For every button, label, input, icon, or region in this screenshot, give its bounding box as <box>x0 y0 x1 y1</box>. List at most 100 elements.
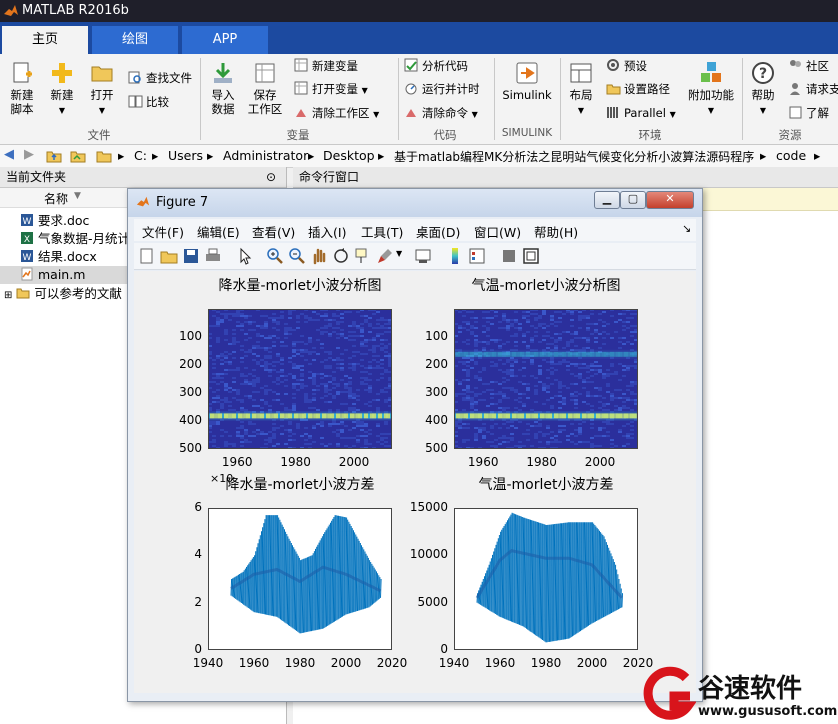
heatmap-cell <box>380 325 384 327</box>
heatmap-cell <box>458 325 462 327</box>
list-item[interactable]: W 要求.doc <box>20 212 89 230</box>
pan-icon[interactable] <box>310 247 328 265</box>
find-files-button[interactable]: 查找文件 <box>128 68 192 88</box>
heatmap-cell <box>610 423 614 425</box>
parallel-button[interactable]: Parallel ▼ <box>606 103 676 123</box>
open-button[interactable]: 打开 ▼ <box>84 60 120 118</box>
heatmap-cell <box>304 439 308 441</box>
heatmap-axes-precip[interactable] <box>208 309 392 449</box>
new-variable-button[interactable]: 新建变量 <box>294 56 358 76</box>
heatmap-cell <box>372 351 376 353</box>
heatmap-cell <box>336 327 340 329</box>
brush-dropdown-icon[interactable]: ▼ <box>396 249 402 258</box>
save-icon[interactable] <box>182 247 200 265</box>
open-file-icon[interactable] <box>160 247 178 265</box>
legend-icon[interactable] <box>468 247 486 265</box>
tab-apps[interactable]: APP <box>182 26 268 54</box>
heatmap-axes-temp[interactable] <box>454 309 638 449</box>
new-script-button[interactable]: 新建 脚本 <box>4 60 40 116</box>
new-button[interactable]: 新建 ▼ <box>44 60 80 118</box>
heatmap-cell <box>506 373 510 375</box>
simulink-button[interactable]: Simulink <box>500 60 554 102</box>
learn-button[interactable]: 了解 <box>788 103 829 123</box>
browse-folder-icon[interactable] <box>70 148 86 164</box>
menu-desktop[interactable]: 桌面(D) <box>416 222 460 241</box>
set-path-button[interactable]: 设置路径 <box>606 79 670 99</box>
list-item[interactable]: X 气象数据-月统计 <box>20 230 130 248</box>
clear-workspace-button[interactable]: 清除工作区 ▼ <box>294 103 379 123</box>
breadcrumb-item[interactable]: 基于matlab编程MK分析法之昆明站气候变化分析小波算法源码程序 <box>394 148 754 165</box>
heatmap-cell <box>574 337 578 339</box>
forward-icon[interactable]: ▶ <box>24 147 34 162</box>
list-item[interactable]: W 结果.docx <box>20 248 97 266</box>
heatmap-cell <box>518 381 522 383</box>
heatmap-cell <box>618 319 622 321</box>
hide-plot-tools-icon[interactable] <box>500 247 518 265</box>
breadcrumb-item[interactable]: Users <box>168 148 203 163</box>
heatmap-cell <box>474 439 478 441</box>
heatmap-cell <box>494 341 498 343</box>
breadcrumb-item[interactable]: code <box>776 148 806 163</box>
menu-edit[interactable]: 编辑(E) <box>197 222 240 241</box>
dock-icon[interactable]: ↘ <box>682 222 691 235</box>
layout-button[interactable]: 布局 ▼ <box>564 60 598 118</box>
heatmap-cell <box>296 315 300 317</box>
heatmap-cell <box>510 369 514 371</box>
expand-icon[interactable]: ⊞ <box>4 290 12 301</box>
brush-icon[interactable] <box>376 247 394 265</box>
menu-view[interactable]: 查看(V) <box>252 222 295 241</box>
menu-tools[interactable]: 工具(T) <box>361 222 403 241</box>
up-folder-icon[interactable] <box>46 148 62 164</box>
import-data-button[interactable]: 导入 数据 <box>204 60 242 116</box>
figure-titlebar[interactable]: Figure 7 ▁ ▢ ✕ <box>128 189 702 217</box>
heatmap-cell <box>598 371 602 373</box>
heatmap-cell <box>470 405 474 407</box>
panel-menu-icon[interactable]: ⊙ <box>266 167 276 187</box>
maximize-button[interactable]: ▢ <box>620 191 646 209</box>
pointer-icon[interactable] <box>236 247 254 265</box>
zoom-out-icon[interactable] <box>288 247 306 265</box>
menu-file[interactable]: 文件(F) <box>142 222 184 241</box>
analyze-code-button[interactable]: 分析代码 <box>404 56 468 76</box>
run-and-time-button[interactable]: 运行并计时 <box>404 79 480 99</box>
preferences-button[interactable]: 预设 <box>606 56 647 76</box>
request-support-button[interactable]: 请求支 <box>788 79 838 99</box>
heatmap-cell <box>276 355 280 357</box>
zoom-in-icon[interactable] <box>266 247 284 265</box>
tab-home[interactable]: 主页 <box>2 26 88 54</box>
show-plot-tools-icon[interactable] <box>522 247 540 265</box>
heatmap-cell <box>240 313 244 315</box>
close-button[interactable]: ✕ <box>646 191 694 209</box>
compare-button[interactable]: 比较 <box>128 92 169 112</box>
heatmap-cell <box>594 369 598 371</box>
new-figure-icon[interactable] <box>138 247 156 265</box>
rotate-3d-icon[interactable] <box>332 247 350 265</box>
line-axes-precip-variance[interactable] <box>208 508 392 650</box>
menu-window[interactable]: 窗口(W) <box>474 222 521 241</box>
breadcrumb-item[interactable]: Administrator <box>223 148 308 163</box>
menu-insert[interactable]: 插入(I) <box>308 222 346 241</box>
link-plot-icon[interactable] <box>414 247 432 265</box>
help-button[interactable]: ? 帮助 ▼ <box>746 60 780 118</box>
minimize-button[interactable]: ▁ <box>594 191 620 209</box>
clear-commands-button[interactable]: 清除命令 ▼ <box>404 103 478 123</box>
heatmap-cell <box>308 377 312 379</box>
save-workspace-button[interactable]: 保存 工作区 <box>246 60 284 116</box>
tab-plots[interactable]: 绘图 <box>92 26 178 54</box>
colorbar-icon[interactable] <box>446 247 464 265</box>
data-cursor-icon[interactable] <box>354 247 372 265</box>
list-item[interactable]: ⊞ 可以参考的文献 <box>4 285 122 303</box>
community-button[interactable]: 社区 <box>788 56 829 76</box>
back-icon[interactable]: ◀ <box>4 147 14 162</box>
print-icon[interactable] <box>204 247 222 265</box>
line-axes-temp-variance[interactable] <box>454 508 638 650</box>
heatmap-cell <box>368 385 372 387</box>
heatmap-cell <box>530 363 534 365</box>
breadcrumb-item[interactable]: C: <box>134 148 147 163</box>
add-ons-button[interactable]: 附加功能 ▼ <box>686 60 736 118</box>
menu-help[interactable]: 帮助(H) <box>534 222 578 241</box>
heatmap-cell <box>236 321 240 323</box>
open-variable-button[interactable]: 打开变量 ▼ <box>294 79 368 99</box>
heatmap-cell <box>356 423 360 425</box>
breadcrumb-item[interactable]: Desktop <box>323 148 375 163</box>
